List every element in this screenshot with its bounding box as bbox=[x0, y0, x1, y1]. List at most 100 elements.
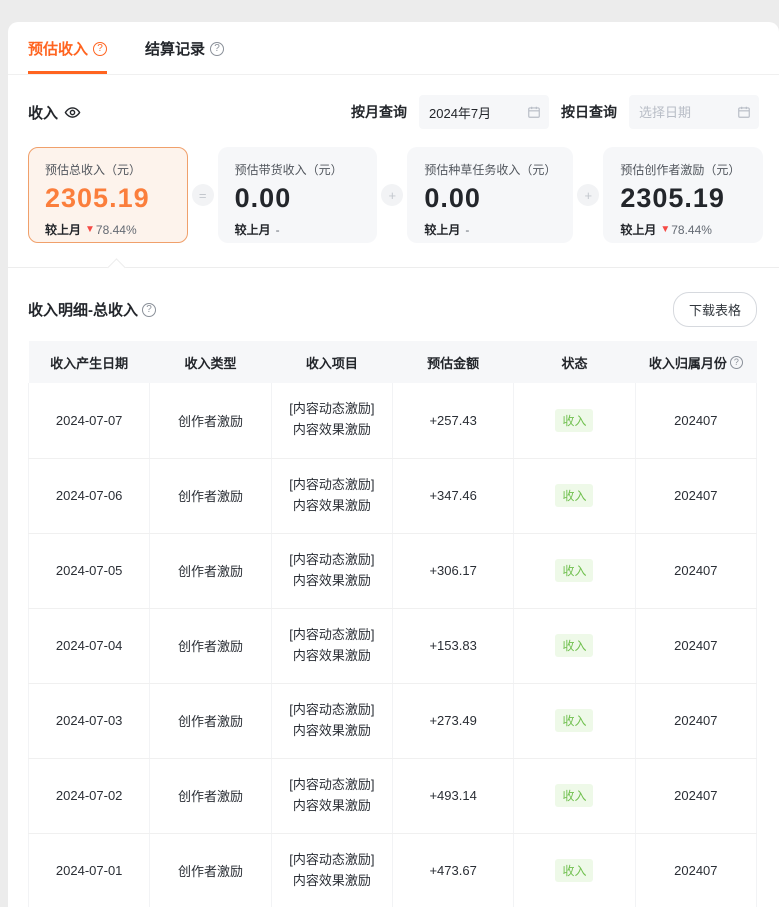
calendar-icon[interactable] bbox=[527, 105, 541, 119]
triangle-down-icon: ▼ bbox=[85, 224, 95, 235]
cell-date: 2024-07-01 bbox=[29, 833, 150, 907]
month-picker[interactable] bbox=[419, 95, 549, 129]
detail-section-header: 收入明细-总收入 ? 下载表格 bbox=[8, 268, 779, 341]
table-row: 2024-07-04 创作者激励 [内容动态激励]内容效果激励 +153.83 … bbox=[29, 608, 757, 683]
eye-icon[interactable] bbox=[64, 104, 81, 121]
status-badge: 收入 bbox=[555, 784, 593, 807]
col-header-date: 收入产生日期 bbox=[29, 341, 150, 383]
tab-settlement-records[interactable]: 结算记录 ? bbox=[145, 38, 224, 74]
calendar-icon[interactable] bbox=[737, 105, 751, 119]
col-header-status: 状态 bbox=[514, 341, 635, 383]
cell-month: 202407 bbox=[635, 383, 756, 458]
table-row: 2024-07-05 创作者激励 [内容动态激励]内容效果激励 +306.17 … bbox=[29, 533, 757, 608]
cell-project: [内容动态激励]内容效果激励 bbox=[271, 608, 392, 683]
card-value: 0.00 bbox=[235, 183, 361, 214]
table-row: 2024-07-01 创作者激励 [内容动态激励]内容效果激励 +473.67 … bbox=[29, 833, 757, 907]
cell-status: 收入 bbox=[514, 758, 635, 833]
summary-cards: 预估总收入（元） 2305.19 较上月 ▼ 78.44% = 预估带货收入（元… bbox=[8, 129, 779, 243]
cell-date: 2024-07-07 bbox=[29, 383, 150, 458]
cell-date: 2024-07-05 bbox=[29, 533, 150, 608]
cell-amount: +273.49 bbox=[392, 683, 513, 758]
card-title: 预估创作者激励（元） bbox=[620, 161, 746, 178]
card-commerce-income[interactable]: 预估带货收入（元） 0.00 较上月 - bbox=[218, 147, 378, 243]
cell-project: [内容动态激励]内容效果激励 bbox=[271, 683, 392, 758]
download-table-button[interactable]: 下载表格 bbox=[673, 292, 757, 327]
cell-month: 202407 bbox=[635, 683, 756, 758]
income-detail-table: 收入产生日期 收入类型 收入项目 预估金额 状态 收入归属月份? 2024-07… bbox=[8, 341, 779, 907]
card-title: 预估种草任务收入（元） bbox=[424, 161, 556, 178]
day-query-label: 按日查询 bbox=[561, 102, 617, 122]
income-section-title: 收入 bbox=[28, 102, 81, 123]
cell-month: 202407 bbox=[635, 458, 756, 533]
cell-type: 创作者激励 bbox=[150, 683, 271, 758]
cell-type: 创作者激励 bbox=[150, 458, 271, 533]
cell-date: 2024-07-06 bbox=[29, 458, 150, 533]
cell-date: 2024-07-02 bbox=[29, 758, 150, 833]
tab-label: 结算记录 bbox=[145, 38, 205, 59]
equals-operator: = bbox=[192, 184, 214, 206]
card-creator-incentive[interactable]: 预估创作者激励（元） 2305.19 较上月 ▼ 78.44% bbox=[603, 147, 763, 243]
card-value: 2305.19 bbox=[45, 183, 171, 214]
card-value: 2305.19 bbox=[620, 183, 746, 214]
cell-project: [内容动态激励]内容效果激励 bbox=[271, 383, 392, 458]
status-badge: 收入 bbox=[555, 859, 593, 882]
cell-type: 创作者激励 bbox=[150, 833, 271, 907]
card-compare: 较上月 - bbox=[235, 221, 361, 238]
card-compare: 较上月 - bbox=[424, 221, 556, 238]
filter-row: 收入 按月查询 按 bbox=[8, 75, 779, 129]
cell-project: [内容动态激励]内容效果激励 bbox=[271, 833, 392, 907]
cell-amount: +347.46 bbox=[392, 458, 513, 533]
plus-operator: + bbox=[381, 184, 403, 206]
day-picker[interactable] bbox=[629, 95, 759, 129]
card-title: 预估带货收入（元） bbox=[235, 161, 361, 178]
col-header-project: 收入项目 bbox=[271, 341, 392, 383]
col-header-amount: 预估金额 bbox=[392, 341, 513, 383]
cell-type: 创作者激励 bbox=[150, 608, 271, 683]
help-icon[interactable]: ? bbox=[210, 42, 224, 56]
cell-month: 202407 bbox=[635, 608, 756, 683]
tab-label: 预估收入 bbox=[28, 38, 88, 59]
card-seeding-task-income[interactable]: 预估种草任务收入（元） 0.00 较上月 - bbox=[407, 147, 573, 243]
cell-date: 2024-07-04 bbox=[29, 608, 150, 683]
detail-section-title: 收入明细-总收入 ? bbox=[28, 299, 156, 320]
card-total-income[interactable]: 预估总收入（元） 2305.19 较上月 ▼ 78.44% bbox=[28, 147, 188, 243]
tabs-bar: 预估收入 ? 结算记录 ? bbox=[8, 22, 779, 75]
plus-operator: + bbox=[577, 184, 599, 206]
col-header-type: 收入类型 bbox=[150, 341, 271, 383]
help-icon[interactable]: ? bbox=[142, 303, 156, 317]
table-row: 2024-07-03 创作者激励 [内容动态激励]内容效果激励 +273.49 … bbox=[29, 683, 757, 758]
month-query-label: 按月查询 bbox=[351, 102, 407, 122]
help-icon[interactable]: ? bbox=[730, 356, 743, 369]
cell-amount: +306.17 bbox=[392, 533, 513, 608]
cell-month: 202407 bbox=[635, 758, 756, 833]
cell-amount: +473.67 bbox=[392, 833, 513, 907]
status-badge: 收入 bbox=[555, 484, 593, 507]
cell-status: 收入 bbox=[514, 533, 635, 608]
tab-estimated-income[interactable]: 预估收入 ? bbox=[28, 38, 107, 74]
card-value: 0.00 bbox=[424, 183, 556, 214]
cell-amount: +153.83 bbox=[392, 608, 513, 683]
cell-type: 创作者激励 bbox=[150, 383, 271, 458]
card-compare: 较上月 ▼ 78.44% bbox=[620, 221, 746, 238]
cell-status: 收入 bbox=[514, 383, 635, 458]
status-badge: 收入 bbox=[555, 559, 593, 582]
earnings-panel: 预估收入 ? 结算记录 ? 收入 按月查询 bbox=[8, 22, 779, 907]
cell-type: 创作者激励 bbox=[150, 758, 271, 833]
card-compare: 较上月 ▼ 78.44% bbox=[45, 221, 171, 238]
status-badge: 收入 bbox=[555, 409, 593, 432]
card-title: 预估总收入（元） bbox=[45, 161, 171, 178]
help-icon[interactable]: ? bbox=[93, 42, 107, 56]
cell-type: 创作者激励 bbox=[150, 533, 271, 608]
cell-project: [内容动态激励]内容效果激励 bbox=[271, 458, 392, 533]
table-row: 2024-07-02 创作者激励 [内容动态激励]内容效果激励 +493.14 … bbox=[29, 758, 757, 833]
cell-project: [内容动态激励]内容效果激励 bbox=[271, 533, 392, 608]
cell-date: 2024-07-03 bbox=[29, 683, 150, 758]
cell-month: 202407 bbox=[635, 533, 756, 608]
cards-divider bbox=[8, 267, 779, 268]
triangle-down-icon: ▼ bbox=[660, 224, 670, 235]
cell-status: 收入 bbox=[514, 683, 635, 758]
cell-status: 收入 bbox=[514, 608, 635, 683]
cell-amount: +493.14 bbox=[392, 758, 513, 833]
table-row: 2024-07-07 创作者激励 [内容动态激励]内容效果激励 +257.43 … bbox=[29, 383, 757, 458]
cell-status: 收入 bbox=[514, 458, 635, 533]
